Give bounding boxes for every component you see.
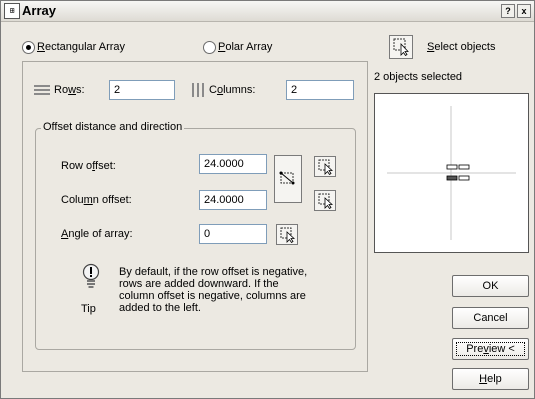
help-title-button[interactable]: ?: [501, 4, 515, 18]
angle-label: Angle of array:: [61, 228, 133, 240]
pick-column-offset-button[interactable]: [314, 190, 336, 211]
pick-column-offset-icon: [318, 193, 334, 209]
pick-row-offset-button[interactable]: [314, 156, 336, 177]
array-dialog: ⊞ Array ? x Rectangular Array Polar Arra…: [0, 0, 535, 399]
select-objects-label[interactable]: Select objects: [427, 41, 496, 53]
array-preview-pane: [374, 93, 529, 253]
row-offset-label: Row offset:: [61, 160, 116, 172]
pick-angle-button[interactable]: [276, 224, 298, 245]
columns-field[interactable]: 2: [286, 80, 354, 100]
pick-row-offset-icon: [318, 159, 334, 175]
column-offset-label: Column offset:: [61, 194, 132, 206]
tip-text: By default, if the row offset is negativ…: [119, 266, 308, 314]
offset-group-legend: Offset distance and direction: [41, 121, 185, 133]
pick-both-offsets-button[interactable]: [274, 155, 302, 203]
columns-label: Columns:: [209, 84, 256, 96]
lightbulb-icon: [81, 263, 101, 292]
rows-icon: [34, 84, 50, 99]
title-bar: ⊞ Array ? x: [1, 1, 534, 22]
selection-status: 2 objects selected: [374, 71, 463, 83]
select-objects-icon: [393, 38, 409, 56]
column-offset-field[interactable]: 24.0000: [199, 190, 267, 210]
help-button[interactable]: Help: [452, 368, 529, 390]
pick-both-offsets-icon: [279, 171, 295, 185]
array-command-icon: ⊞: [4, 3, 20, 19]
angle-field[interactable]: 0: [199, 224, 267, 244]
preview-button[interactable]: Preview <: [452, 338, 529, 360]
close-button[interactable]: x: [517, 4, 531, 18]
row-offset-field[interactable]: 24.0000: [199, 154, 267, 174]
rows-label: Rows:: [54, 84, 85, 96]
tip-label: Tip: [81, 303, 96, 315]
rectangular-array-radio[interactable]: [22, 41, 35, 54]
polar-array-label[interactable]: Polar Array: [218, 41, 272, 53]
columns-icon: [191, 83, 205, 100]
rows-field[interactable]: 2: [109, 80, 175, 100]
polar-array-radio[interactable]: [203, 41, 216, 54]
dialog-title: Array: [22, 3, 56, 18]
ok-button[interactable]: OK: [452, 275, 529, 297]
select-objects-button[interactable]: [389, 35, 413, 59]
rectangular-array-label[interactable]: Rectangular Array: [37, 41, 125, 53]
pick-angle-icon: [280, 227, 296, 243]
cancel-button[interactable]: Cancel: [452, 307, 529, 329]
